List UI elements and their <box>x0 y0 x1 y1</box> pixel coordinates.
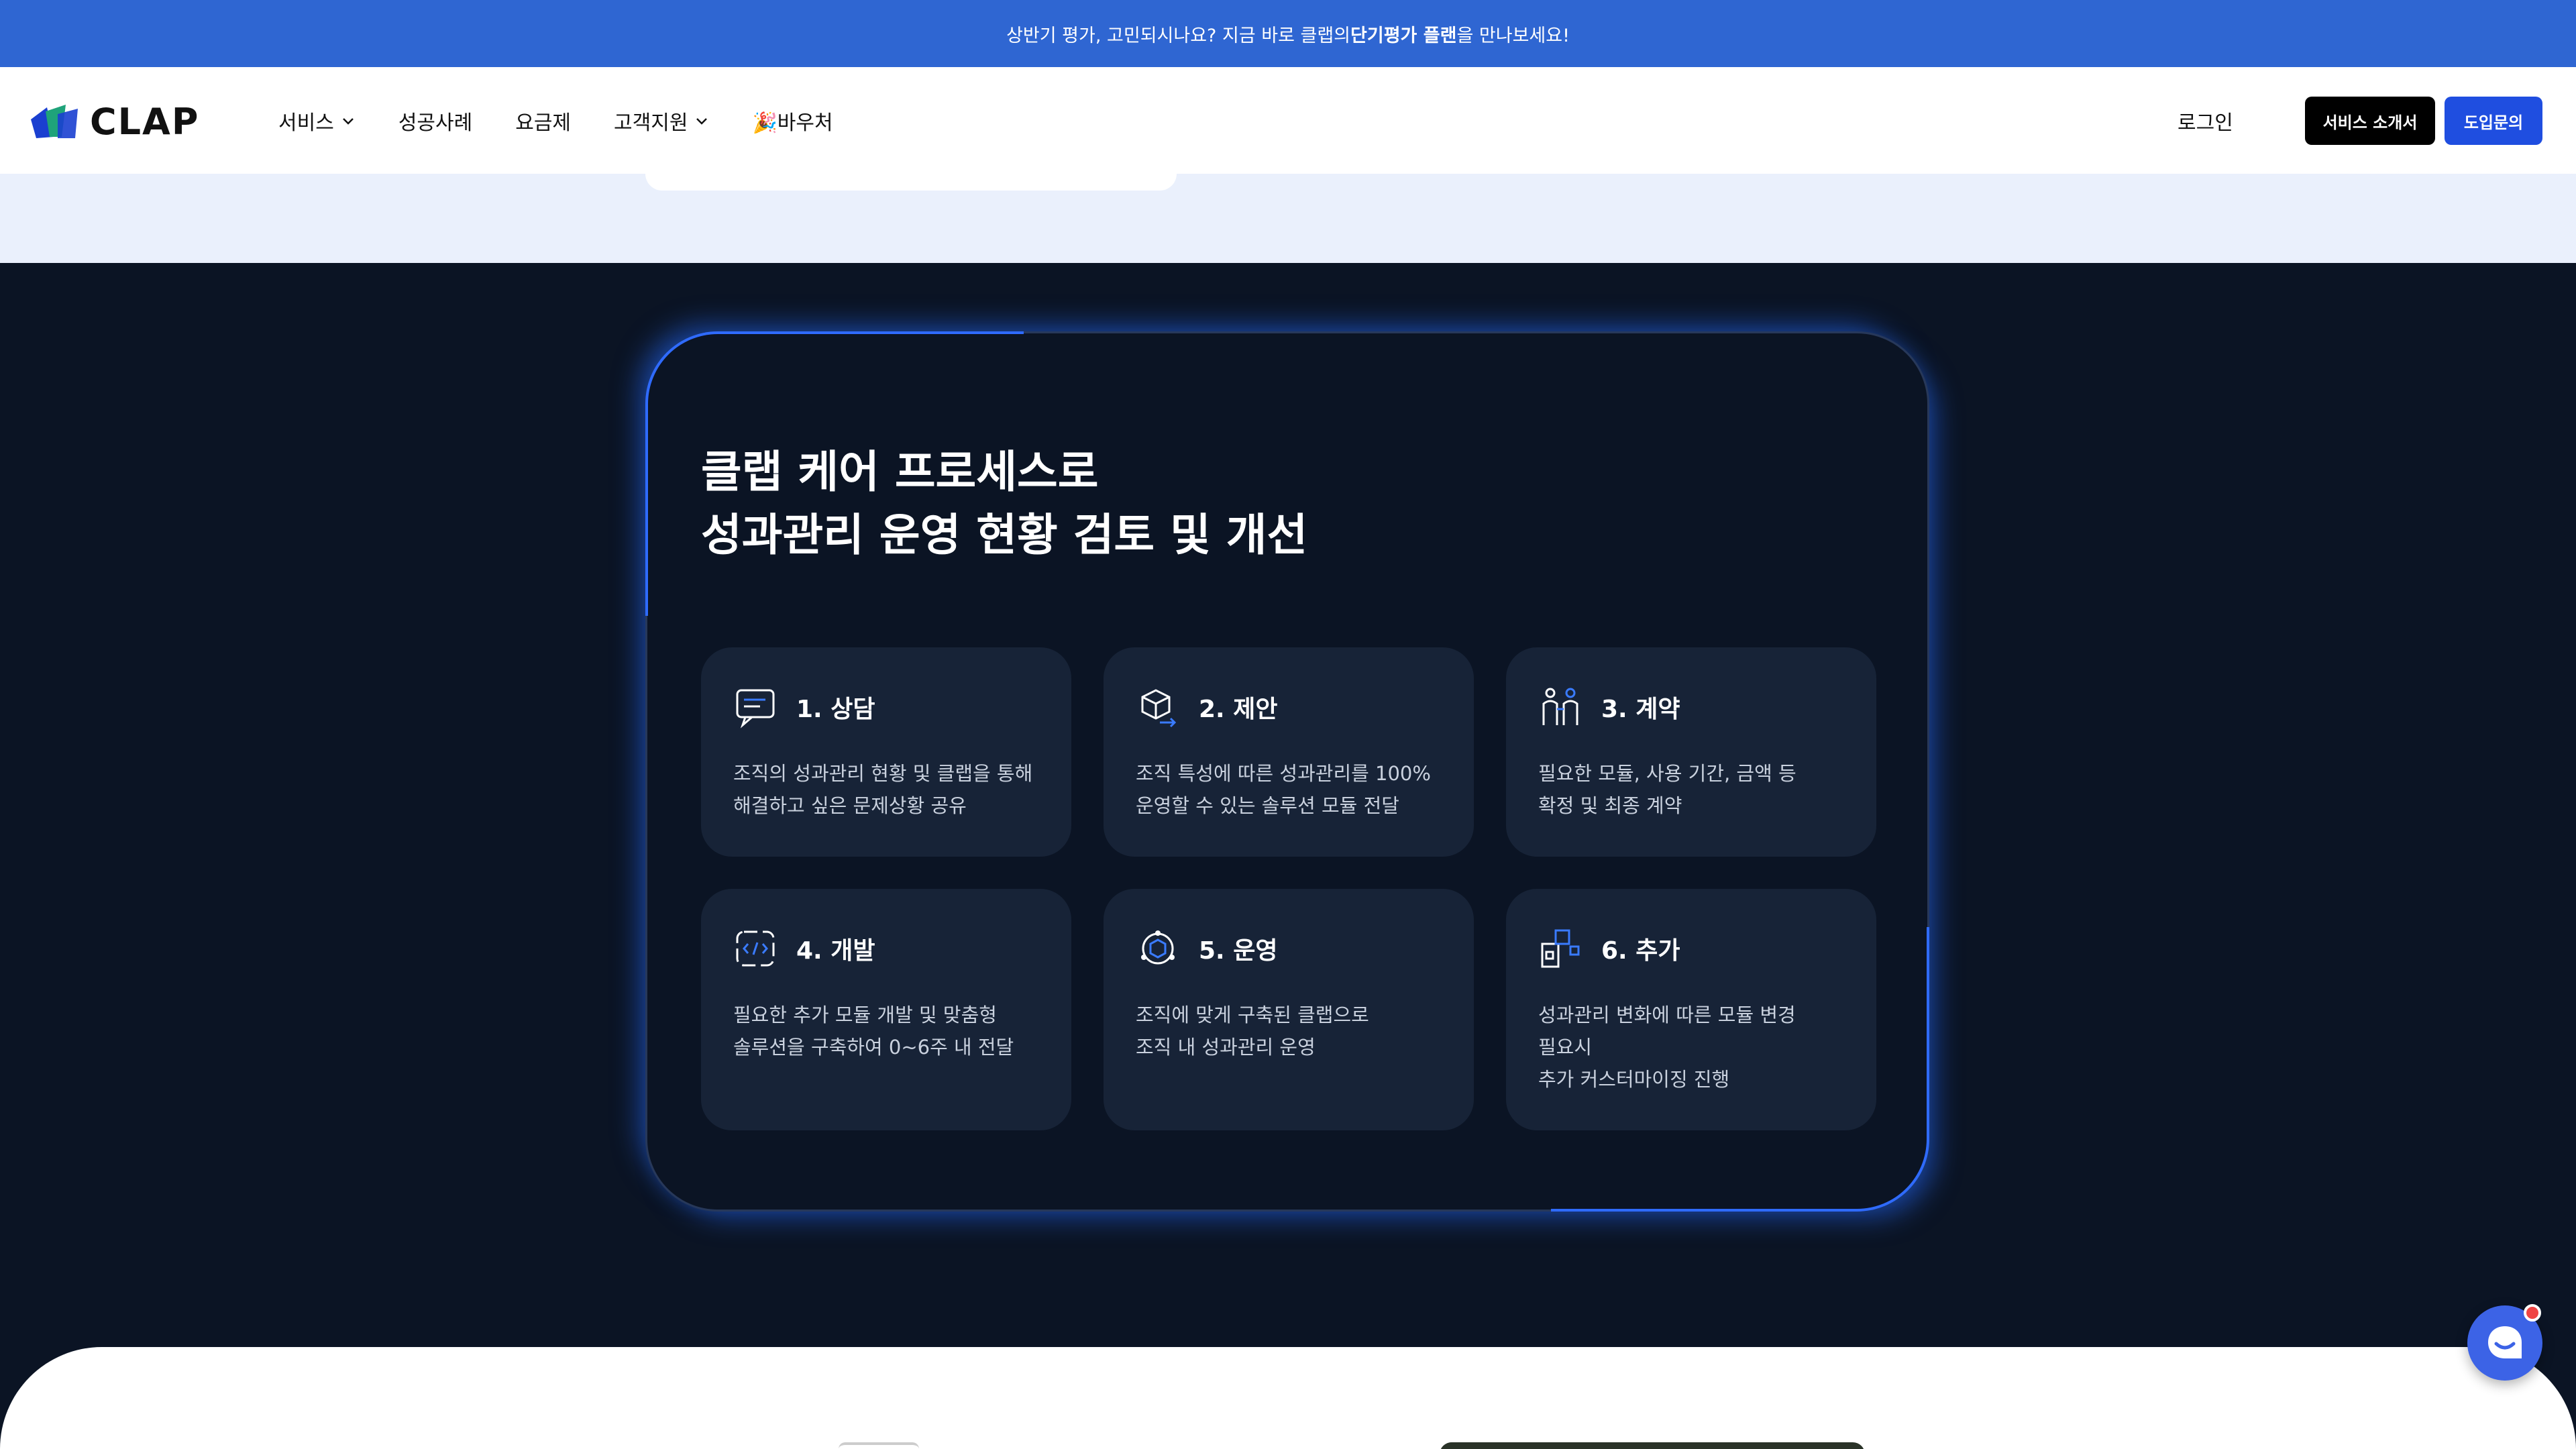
nav-label: 성공사례 <box>398 111 473 135</box>
nav-label: 요금제 <box>515 111 572 135</box>
step-desc: 조직에 맞게 구축된 클랩으로 조직 내 성과관리 운영 <box>1136 1004 1369 1059</box>
light-card-edge <box>645 174 1177 191</box>
nav-label: 서비스 <box>278 111 334 135</box>
care-title-line1: 클랩 케어 프로세스로 <box>701 446 1099 498</box>
banner-text-bold: 단기평가 플랜 <box>1350 25 1457 46</box>
logo-text: CLAP <box>90 101 200 143</box>
step-desc: 성과관리 변화에 따른 모듈 변경 필요시 추가 커스터마이징 진행 <box>1538 1004 1796 1091</box>
service-intro-button[interactable]: 서비스 소개서 <box>2305 97 2435 145</box>
step-desc: 조직의 성과관리 현황 및 클랩을 통해 해결하고 싶은 문제상황 공유 <box>733 762 1033 817</box>
step-label: 3. 계약 <box>1601 696 1680 723</box>
chat-button[interactable] <box>2467 1304 2542 1381</box>
nav-item-service[interactable]: 서비스 <box>278 106 356 136</box>
login-link[interactable]: 로그인 <box>2178 106 2233 136</box>
step-label: 6. 추가 <box>1601 937 1680 965</box>
main-nav: 서비스 성공사례 요금제 고객지원 🎉바우처 <box>278 102 876 140</box>
step-label: 2. 제안 <box>1199 696 1278 723</box>
step-card-operate: 5. 운영 조직에 맞게 구축된 클랩으로 조직 내 성과관리 운영 <box>1104 889 1474 1130</box>
hexagon-icon <box>1141 930 1175 965</box>
chat-icon <box>736 689 775 729</box>
step-card-consult: 1. 상담 조직의 성과관리 현황 및 클랩을 통해 해결하고 싶은 문제상황 … <box>701 647 1071 857</box>
banner-text-after: 을 만나보세요! <box>1456 25 1570 46</box>
clap-logo[interactable]: CLAP <box>31 101 199 143</box>
site-header: CLAP 서비스 성공사례 요금제 고객지원 🎉바우처 로그인 서비스 소개서 … <box>0 67 2576 174</box>
box-arrow-icon <box>1141 689 1177 728</box>
promo-banner[interactable]: 상반기 평가, 고민되시나요? 지금 바로 클랩의 단기평가 플랜 을 만나보세… <box>0 0 2576 67</box>
clap-logo-icon <box>31 104 80 140</box>
light-section <box>0 174 2576 263</box>
chevron-down-icon <box>342 118 354 125</box>
care-title-line2: 성과관리 운영 현황 검토 및 개선 <box>701 509 1308 561</box>
step-card-contract: 3. 계약 필요한 모듈, 사용 기간, 금액 등 확정 및 최종 계약 <box>1506 647 1876 857</box>
nav-item-support[interactable]: 고객지원 <box>614 106 709 136</box>
step-card-extend: 6. 추가 성과관리 변화에 따른 모듈 변경 필요시 추가 커스터마이징 진행 <box>1506 889 1876 1130</box>
step-desc: 필요한 추가 모듈 개발 및 맞춤형 솔루션을 구축하여 0~6주 내 전달 <box>733 1004 1014 1059</box>
nav-label: 🎉바우처 <box>752 111 833 135</box>
chat-smile-icon <box>2488 1326 2522 1358</box>
nav-label: 고객지원 <box>614 111 688 135</box>
step-label: 4. 개발 <box>796 937 875 965</box>
step-desc: 필요한 모듈, 사용 기간, 금액 등 확정 및 최종 계약 <box>1538 762 1796 817</box>
next-section <box>0 1347 2576 1449</box>
code-icon <box>736 930 775 967</box>
step-label: 1. 상담 <box>796 696 875 723</box>
inquiry-button[interactable]: 도입문의 <box>2445 97 2542 145</box>
nav-item-pricing[interactable]: 요금제 <box>515 106 571 136</box>
quote-mark-icon <box>839 1442 919 1449</box>
care-process-card: 클랩 케어 프로세스로 성과관리 운영 현황 검토 및 개선 1. 상담 조직의… <box>645 331 1929 1212</box>
step-desc: 조직 특성에 따른 성과관리를 100% 운영할 수 있는 솔루션 모듈 전달 <box>1136 762 1431 817</box>
step-card-proposal: 2. 제안 조직 특성에 따른 성과관리를 100% 운영할 수 있는 솔루션 … <box>1104 647 1474 857</box>
step-label: 5. 운영 <box>1199 937 1278 965</box>
step-card-develop: 4. 개발 필요한 추가 모듈 개발 및 맞춤형 솔루션을 구축하여 0~6주 … <box>701 889 1071 1130</box>
section-image <box>1440 1442 1865 1449</box>
chevron-down-icon <box>696 118 708 125</box>
modules-icon <box>1541 929 1580 968</box>
care-title: 클랩 케어 프로세스로 성과관리 운영 현황 검토 및 개선 <box>701 441 1307 567</box>
people-icon <box>1542 688 1578 725</box>
nav-item-cases[interactable]: 성공사례 <box>398 106 472 136</box>
banner-text-before: 상반기 평가, 고민되시나요? 지금 바로 클랩의 <box>1006 25 1351 46</box>
nav-item-voucher[interactable]: 🎉바우처 <box>752 106 833 136</box>
notification-dot <box>2524 1304 2541 1322</box>
